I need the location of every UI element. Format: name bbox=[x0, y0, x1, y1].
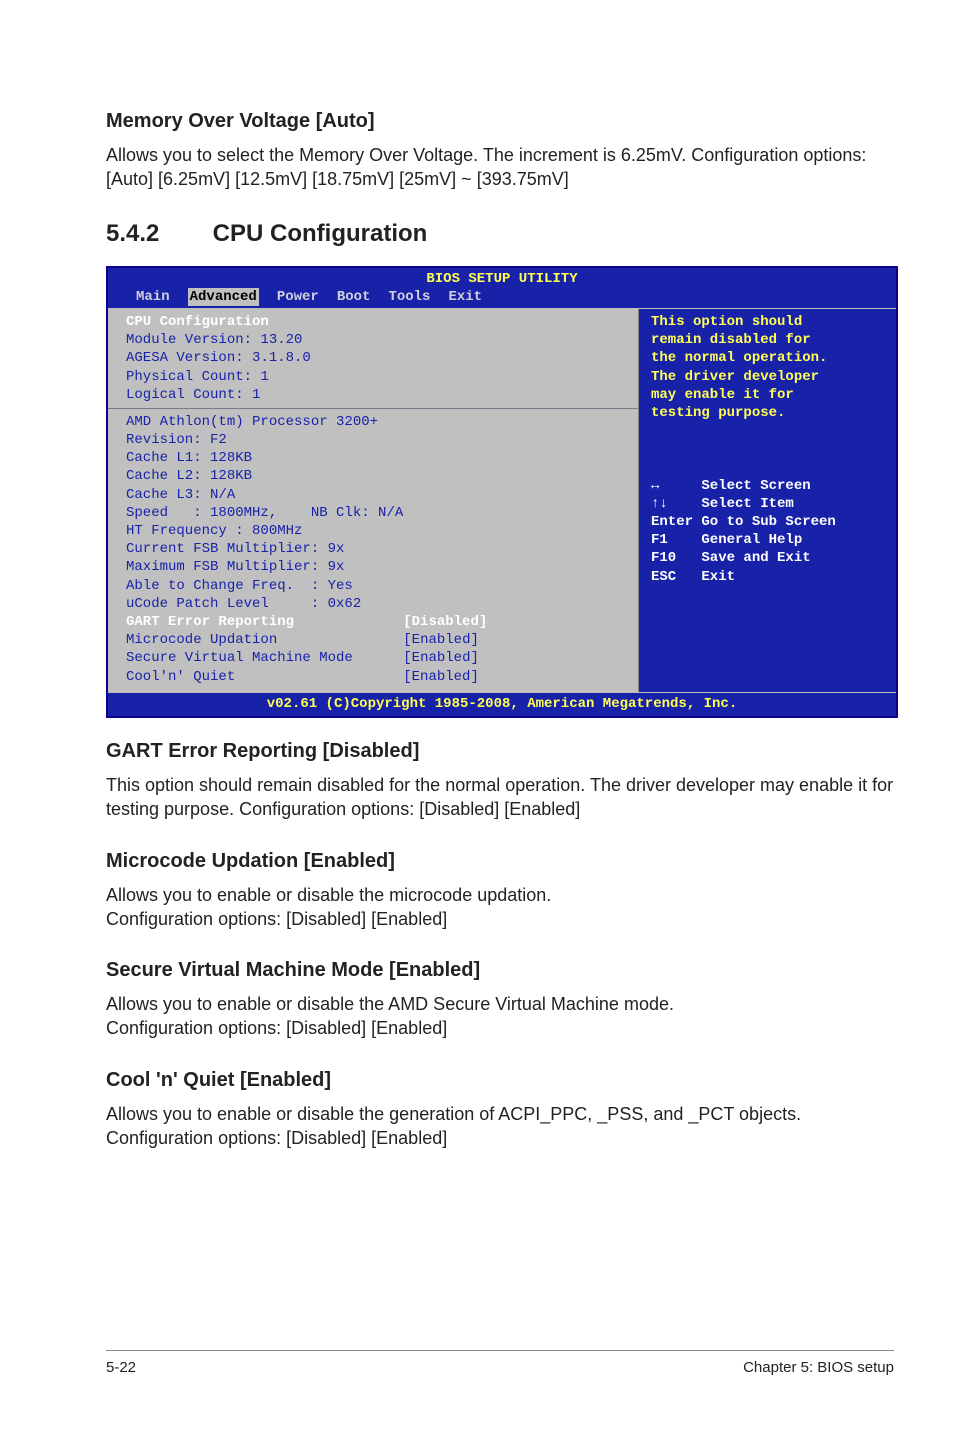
tab-exit: Exit bbox=[448, 288, 482, 306]
tab-main: Main bbox=[136, 288, 170, 306]
page-footer: 5-22 Chapter 5: BIOS setup bbox=[106, 1350, 894, 1376]
opt-svm-label: Secure Virtual Machine Mode bbox=[126, 650, 353, 666]
bios-key-legend: ↔ Select Screen ↑↓ Select Item Enter Go … bbox=[651, 478, 836, 585]
bios-right-pane: This option should remain disabled for t… bbox=[639, 309, 896, 692]
heading-gart: GART Error Reporting [Disabled] bbox=[106, 740, 894, 763]
bios-title: BIOS SETUP UTILITY bbox=[108, 268, 896, 288]
bios-left-pane: CPU Configuration Module Version: 13.20 … bbox=[108, 309, 639, 692]
cpu-config-info1: Module Version: 13.20 AGESA Version: 3.1… bbox=[126, 332, 311, 403]
opt-coolnquiet-label: Cool'n' Quiet bbox=[126, 669, 235, 685]
opt-coolnquiet-value: [Enabled] bbox=[403, 669, 479, 685]
para-coolnquiet: Allows you to enable or disable the gene… bbox=[106, 1102, 894, 1151]
bios-screenshot: BIOS SETUP UTILITY Main Advanced Power B… bbox=[106, 266, 898, 718]
separator bbox=[108, 408, 638, 409]
para-gart: This option should remain disabled for t… bbox=[106, 773, 894, 822]
heading-5-4-2: 5.4.2 CPU Configuration bbox=[106, 220, 894, 248]
heading-number: 5.4.2 bbox=[106, 220, 206, 248]
opt-gart-label: GART Error Reporting bbox=[126, 614, 294, 630]
cpu-config-header: CPU Configuration bbox=[126, 314, 269, 330]
tab-power: Power bbox=[277, 288, 319, 306]
tab-advanced: Advanced bbox=[188, 288, 259, 306]
cpu-config-info2: AMD Athlon(tm) Processor 3200+ Revision:… bbox=[126, 414, 403, 612]
para-svm: Allows you to enable or disable the AMD … bbox=[106, 992, 894, 1041]
opt-microcode-value: [Enabled] bbox=[403, 632, 479, 648]
tab-tools: Tools bbox=[388, 288, 430, 306]
bios-footer: v02.61 (C)Copyright 1985-2008, American … bbox=[108, 693, 896, 716]
para-mem-over-voltage: Allows you to select the Memory Over Vol… bbox=[106, 143, 894, 192]
heading-svm: Secure Virtual Machine Mode [Enabled] bbox=[106, 959, 894, 982]
page-number: 5-22 bbox=[106, 1359, 136, 1376]
opt-svm-value: [Enabled] bbox=[403, 650, 479, 666]
chapter-label: Chapter 5: BIOS setup bbox=[743, 1359, 894, 1376]
para-microcode: Allows you to enable or disable the micr… bbox=[106, 883, 894, 932]
heading-microcode: Microcode Updation [Enabled] bbox=[106, 850, 894, 873]
opt-gart-value: [Disabled] bbox=[403, 614, 487, 630]
tab-boot: Boot bbox=[337, 288, 371, 306]
opt-microcode-label: Microcode Updation bbox=[126, 632, 277, 648]
heading-text: CPU Configuration bbox=[213, 220, 428, 247]
heading-mem-over-voltage: Memory Over Voltage [Auto] bbox=[106, 110, 894, 133]
bios-tabbar: Main Advanced Power Boot Tools Exit bbox=[108, 288, 896, 308]
bios-help-text: This option should remain disabled for t… bbox=[651, 314, 827, 421]
heading-coolnquiet: Cool 'n' Quiet [Enabled] bbox=[106, 1069, 894, 1092]
